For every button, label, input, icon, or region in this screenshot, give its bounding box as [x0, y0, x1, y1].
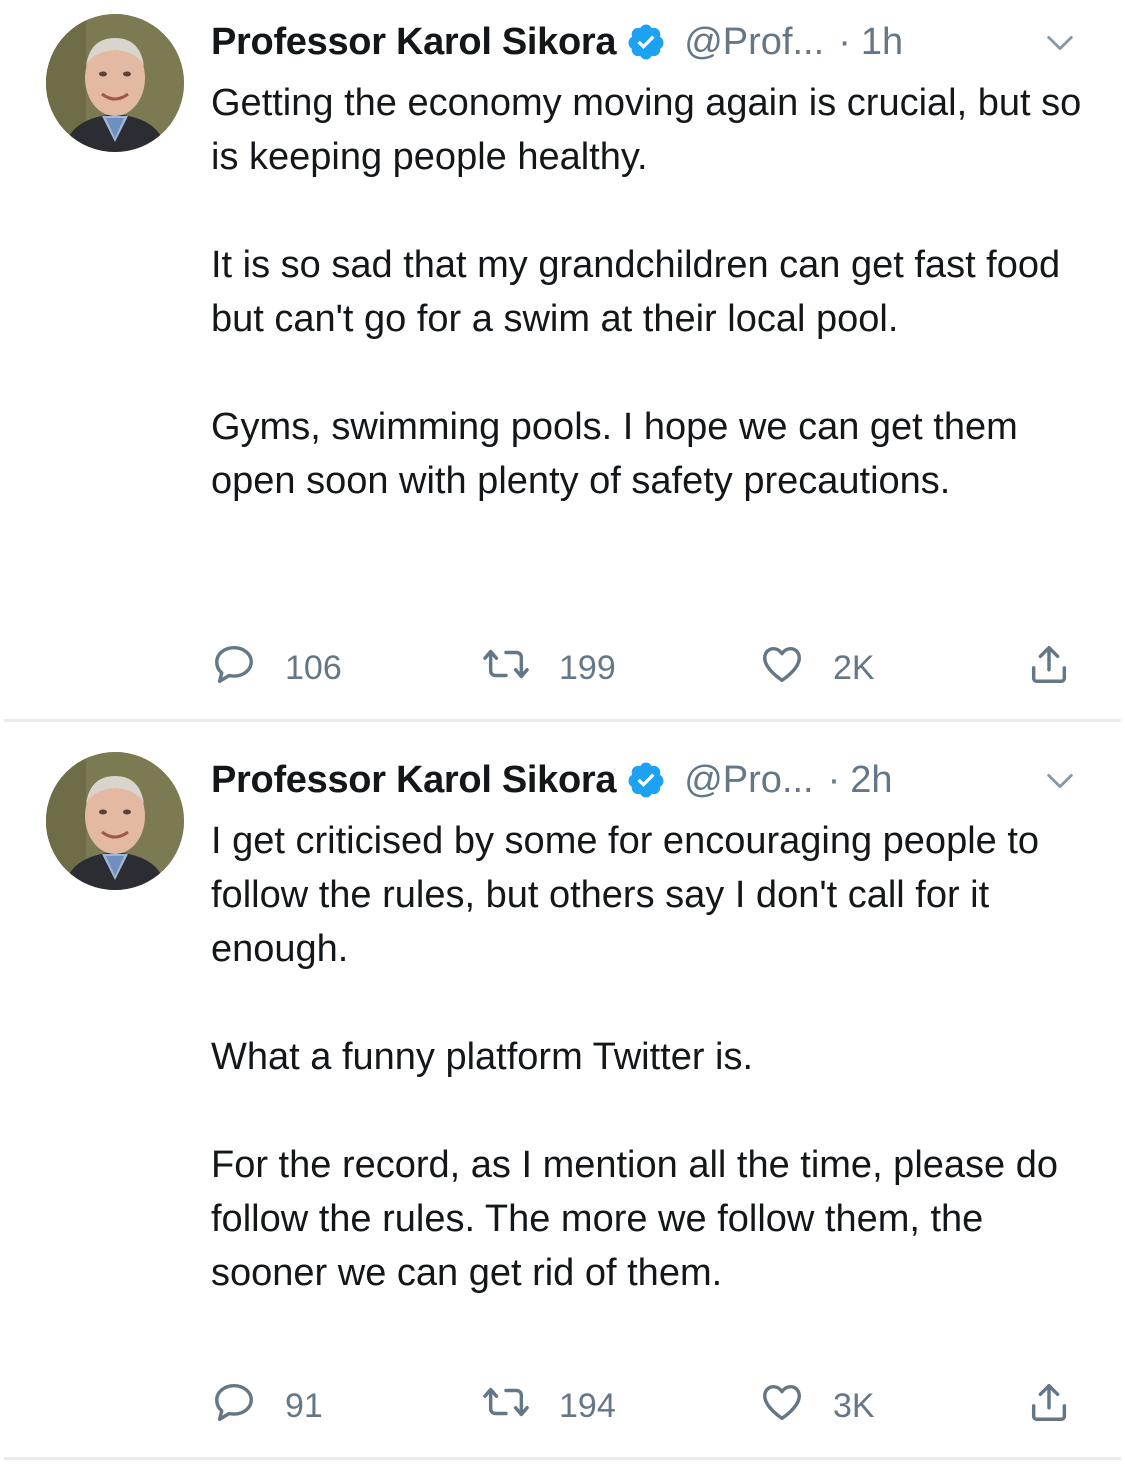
- like-button[interactable]: 3K: [759, 1376, 875, 1436]
- author-handle[interactable]: @Prof...: [684, 21, 824, 64]
- reply-button[interactable]: 91: [211, 1376, 323, 1436]
- retweet-button[interactable]: 194: [481, 1376, 616, 1436]
- retweet-icon: [481, 1379, 531, 1434]
- separator: ·: [827, 758, 841, 801]
- tweet-header: Professor Karol Sikora @Pro... · 2h: [211, 754, 1085, 806]
- separator: ·: [838, 20, 851, 63]
- tweet-header: Professor Karol Sikora @Prof... · 1h: [211, 16, 1085, 68]
- tweet-paragraph: What a funny platform Twitter is.: [211, 1036, 754, 1078]
- chevron-down-icon[interactable]: [1043, 764, 1077, 808]
- like-count: 2K: [833, 648, 875, 687]
- tweet-paragraph: It is so sad that my grandchildren can g…: [211, 244, 1061, 340]
- chevron-down-icon[interactable]: [1043, 26, 1077, 70]
- tweet-text: Getting the economy moving again is cruc…: [211, 76, 1091, 508]
- timestamp[interactable]: 2h: [850, 759, 892, 802]
- reply-count: 91: [285, 1386, 323, 1425]
- share-icon: [1026, 1379, 1072, 1434]
- verified-badge-icon: [626, 760, 666, 800]
- author-name[interactable]: Professor Karol Sikora: [211, 21, 617, 64]
- like-count: 3K: [833, 1386, 875, 1425]
- tweet-paragraph: For the record, as I mention all the tim…: [211, 1144, 1058, 1294]
- author-handle[interactable]: @Pro...: [684, 759, 813, 802]
- reply-icon: [211, 1379, 257, 1434]
- share-button[interactable]: [1026, 638, 1072, 698]
- retweet-count: 194: [559, 1386, 616, 1425]
- retweet-icon: [481, 641, 531, 696]
- reply-icon: [211, 641, 257, 696]
- avatar[interactable]: [46, 752, 184, 890]
- share-button[interactable]: [1026, 1376, 1072, 1436]
- retweet-button[interactable]: 199: [481, 638, 616, 698]
- tweet-actions: 106 199 2K: [211, 638, 1081, 698]
- like-button[interactable]: 2K: [759, 638, 875, 698]
- heart-icon: [759, 1379, 805, 1434]
- timestamp[interactable]: 1h: [861, 21, 903, 64]
- avatar[interactable]: [46, 14, 184, 152]
- retweet-count: 199: [559, 648, 616, 687]
- tweet[interactable]: Professor Karol Sikora @Prof... · 1h Get…: [0, 0, 1125, 722]
- author-name[interactable]: Professor Karol Sikora: [211, 759, 617, 802]
- tweet-actions: 91 194 3K: [211, 1376, 1081, 1436]
- tweet-text: I get criticised by some for encouraging…: [211, 814, 1091, 1300]
- divider: [4, 1457, 1121, 1460]
- reply-button[interactable]: 106: [211, 638, 342, 698]
- tweet-paragraph: I get criticised by some for encouraging…: [211, 820, 1040, 970]
- tweet-paragraph: Gyms, swimming pools. I hope we can get …: [211, 406, 1018, 502]
- reply-count: 106: [285, 648, 342, 687]
- verified-badge-icon: [626, 22, 666, 62]
- tweet-paragraph: Getting the economy moving again is cruc…: [211, 82, 1082, 178]
- tweet[interactable]: Professor Karol Sikora @Pro... · 2h I ge…: [0, 722, 1125, 1460]
- heart-icon: [759, 641, 805, 696]
- share-icon: [1026, 641, 1072, 696]
